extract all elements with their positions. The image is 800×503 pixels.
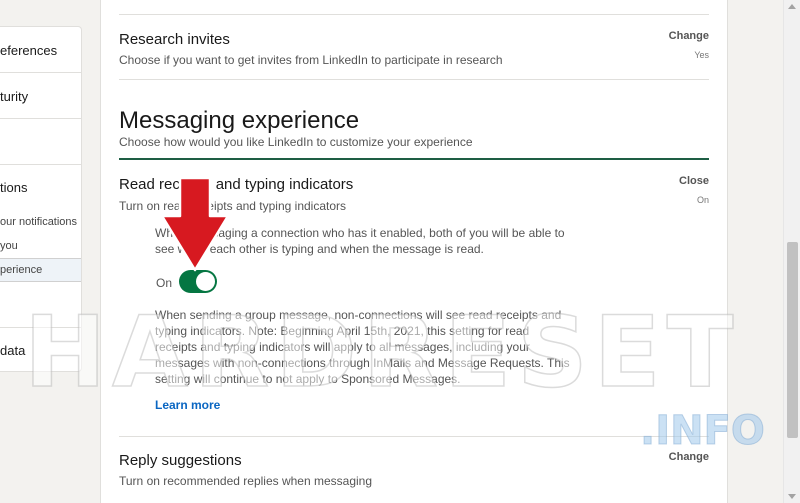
sidebar-subitem-messaging-experience[interactable]: perience <box>0 258 81 282</box>
sidebar-divider <box>0 118 81 119</box>
group-message-info-line: setting will continue to not apply to Sp… <box>155 372 461 386</box>
reply-suggestions-description: Turn on recommended replies when messagi… <box>119 474 373 488</box>
sidebar-item-preferences[interactable]: eferences <box>0 43 81 58</box>
scroll-up-icon[interactable] <box>788 4 796 9</box>
reply-suggestions-change-button[interactable]: Change <box>669 451 709 463</box>
settings-sidebar: eferences turity tions our notifications… <box>0 26 82 372</box>
section-title: Messaging experience <box>119 107 360 134</box>
reply-suggestions-title: Reply suggestions <box>119 452 242 469</box>
sidebar-subitem-notifications[interactable]: our notifications <box>0 216 81 228</box>
sidebar-divider <box>0 164 81 165</box>
scroll-thumb[interactable] <box>787 242 798 438</box>
research-invites-description: Choose if you want to get invites from L… <box>119 53 503 67</box>
red-down-arrow-icon <box>160 176 230 272</box>
page-scrollbar[interactable] <box>783 0 800 503</box>
section-divider <box>119 158 709 160</box>
scroll-down-icon[interactable] <box>788 494 796 499</box>
sidebar-subitem-who-can-reach-you[interactable]: you <box>0 240 81 252</box>
learn-more-link[interactable]: Learn more <box>155 398 220 412</box>
research-invites-value: Yes <box>694 50 709 60</box>
toggle-label: On <box>156 276 173 290</box>
group-message-info-line: receipts and typing indicators will appl… <box>155 340 530 354</box>
sidebar-divider <box>0 72 81 73</box>
row-divider <box>119 436 709 437</box>
read-receipts-value: On <box>696 195 709 205</box>
section-description: Choose how would you like LinkedIn to cu… <box>119 135 473 149</box>
group-message-info: When sending a group message, non-connec… <box>155 307 570 387</box>
sidebar-item-data-privacy[interactable]: data <box>0 343 81 358</box>
group-message-info-line: typing indicators. Note: Beginning April… <box>155 324 530 338</box>
research-invites-title: Research invites <box>119 31 230 48</box>
read-receipts-toggle[interactable] <box>179 270 217 293</box>
read-receipts-close-button[interactable]: Close <box>679 175 709 187</box>
research-invites-change-button[interactable]: Change <box>669 30 709 42</box>
read-receipts-title: Read receipts and typing indicators <box>119 176 354 193</box>
sidebar-item-security[interactable]: turity <box>0 89 81 104</box>
group-message-info-line: When sending a group message, non-connec… <box>155 308 562 322</box>
group-message-info-line: messages with non-connections through In… <box>155 356 570 370</box>
read-receipts-description: Turn on read receipts and typing indicat… <box>119 199 347 213</box>
toggle-knob <box>196 272 215 291</box>
sidebar-divider <box>0 327 81 328</box>
sidebar-item-communications[interactable]: tions <box>0 180 81 195</box>
row-divider <box>119 14 709 15</box>
row-divider <box>119 79 709 80</box>
